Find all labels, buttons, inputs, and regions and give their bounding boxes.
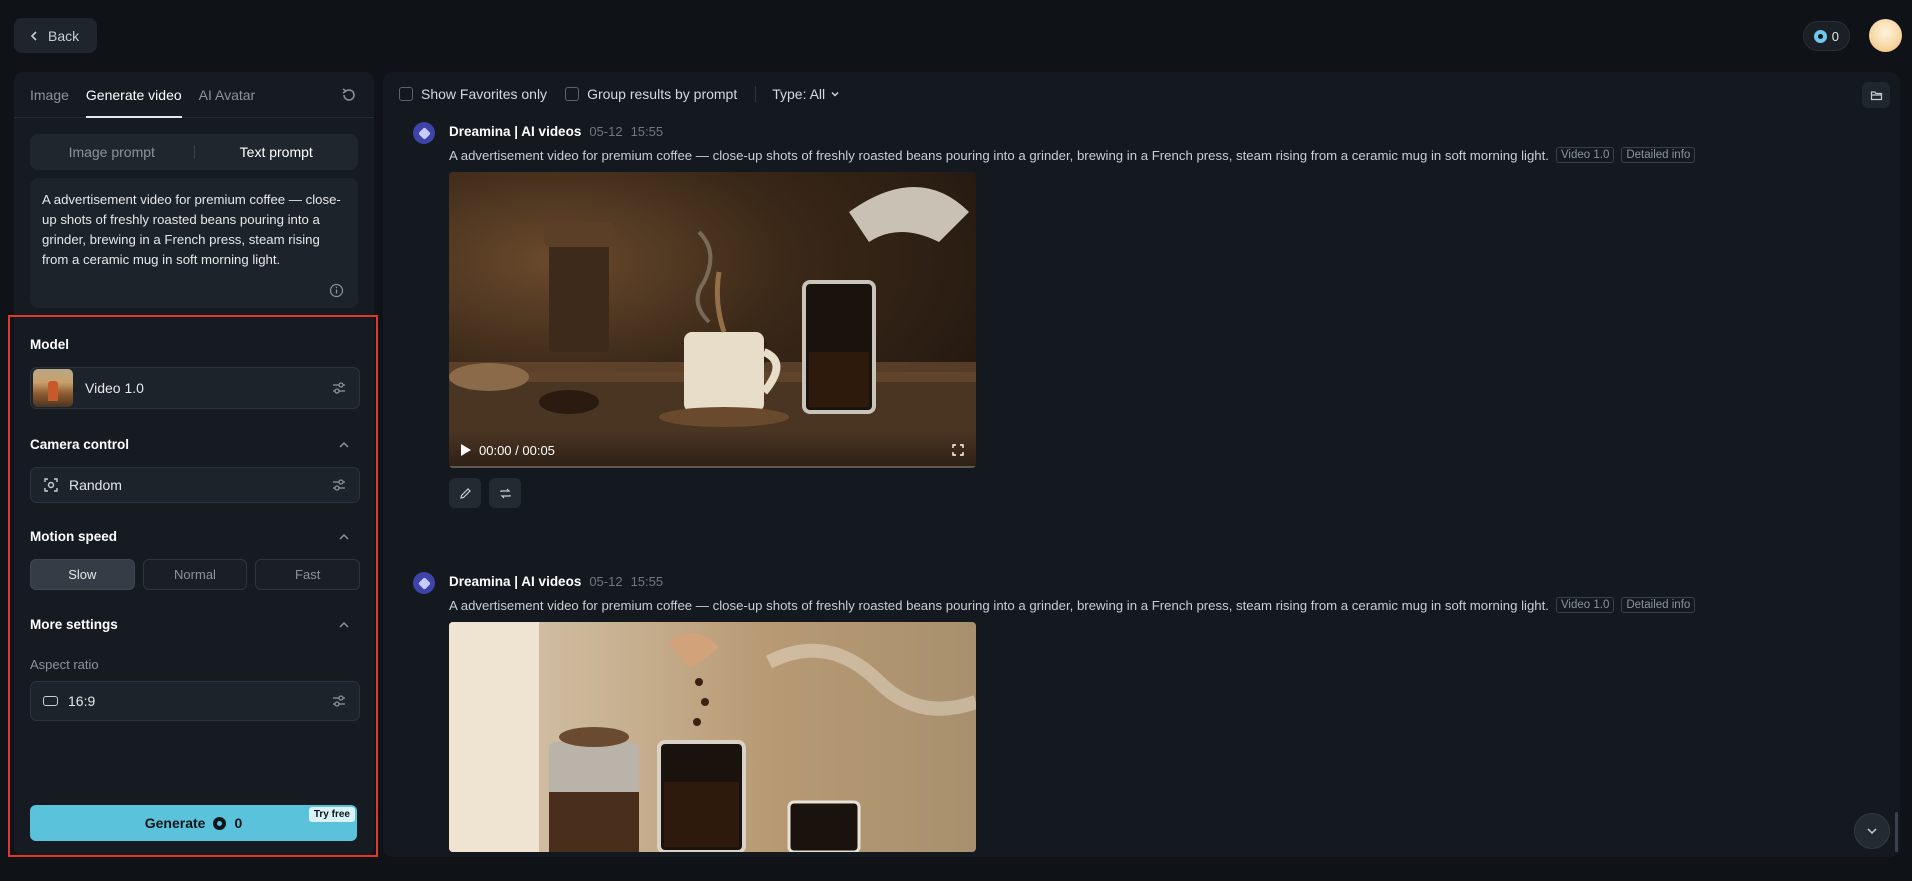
credits-pill[interactable]: 0 (1802, 21, 1850, 51)
video-progress-track[interactable] (449, 466, 976, 468)
camera-control-select[interactable]: Random (30, 467, 360, 503)
results-area: Show Favorites only Group results by pro… (383, 72, 1900, 857)
video-player[interactable] (449, 622, 976, 852)
result-prompt-row: A advertisement video for premium coffee… (449, 147, 1696, 163)
try-free-badge: Try free (308, 807, 355, 822)
chevron-up-icon[interactable] (338, 439, 350, 451)
tab-image[interactable]: Image (30, 72, 69, 118)
coffee-scene-illustration (449, 187, 976, 468)
dreamina-logo-icon (413, 122, 435, 144)
sliders-icon (333, 382, 345, 394)
aspect-ratio-icon (43, 696, 58, 706)
group-checkbox[interactable] (565, 87, 580, 101)
result-time: 15:55 (630, 124, 664, 139)
result-date: 05-12 (589, 574, 623, 589)
result-source: Dreamina | AI videos (449, 124, 582, 139)
settings-panel: Model Video 1.0 Camera control Random Mo… (14, 316, 374, 857)
favorites-checkbox[interactable] (399, 87, 413, 101)
pencil-icon (459, 487, 471, 499)
model-thumbnail (33, 369, 73, 407)
result-date: 05-12 (589, 124, 623, 139)
folder-button[interactable] (1862, 82, 1890, 108)
reset-icon[interactable] (340, 86, 358, 104)
edit-button[interactable] (449, 478, 481, 508)
result-source: Dreamina | AI videos (449, 574, 582, 589)
aspect-ratio-label: Aspect ratio (30, 657, 99, 672)
camera-control-value: Random (69, 477, 122, 493)
credit-coin-icon (1813, 29, 1827, 43)
result-prompt-row: A advertisement video for premium coffee… (449, 597, 1696, 613)
back-label: Back (48, 27, 80, 44)
favorites-filter[interactable]: Show Favorites only (399, 86, 547, 102)
generate-label: Generate (144, 815, 206, 831)
speed-slow-button[interactable]: Slow (30, 559, 135, 590)
model-tag: Video 1.0 (1555, 597, 1615, 613)
repeat-icon (499, 488, 511, 498)
play-icon[interactable] (461, 444, 471, 456)
video-controls: 00:00 / 00:05 (449, 432, 976, 468)
chevron-down-icon (1867, 828, 1877, 835)
prompt-textarea[interactable]: A advertisement video for premium coffee… (30, 178, 358, 308)
result-prompt: A advertisement video for premium coffee… (449, 597, 1549, 613)
result-header: Dreamina | AI videos 05-12 15:55 (449, 124, 663, 139)
model-tag: Video 1.0 (1555, 147, 1615, 163)
group-filter[interactable]: Group results by prompt (565, 86, 737, 102)
sliders-icon (333, 695, 345, 707)
fullscreen-icon[interactable] (952, 444, 964, 456)
tab-ai-avatar[interactable]: AI Avatar (199, 72, 256, 118)
back-button[interactable]: Back (14, 18, 98, 53)
type-dropdown[interactable]: Type: All (755, 86, 840, 102)
credits-count: 0 (1831, 28, 1839, 44)
motion-speed-title: Motion speed (30, 529, 117, 544)
info-icon[interactable] (329, 283, 344, 298)
scrollbar[interactable] (1895, 812, 1898, 852)
result-time: 15:55 (630, 574, 664, 589)
aspect-ratio-select[interactable]: 16:9 (30, 681, 360, 721)
video-time: 00:00 / 00:05 (479, 442, 555, 458)
mode-tabs: Image Generate video AI Avatar (14, 72, 374, 118)
tab-generate-video[interactable]: Generate video (85, 72, 182, 118)
chevron-left-icon (30, 30, 37, 41)
chevron-up-icon[interactable] (338, 619, 350, 631)
regenerate-button[interactable] (489, 478, 521, 508)
generate-button[interactable]: Generate 0 Try free (30, 805, 357, 841)
scroll-down-button[interactable] (1854, 813, 1890, 849)
detailed-info-link[interactable]: Detailed info (1621, 147, 1696, 163)
detailed-info-link[interactable]: Detailed info (1621, 597, 1696, 613)
credit-coin-icon (213, 816, 227, 830)
video-player[interactable]: 00:00 / 00:05 (449, 172, 976, 468)
camera-focus-icon (44, 478, 58, 492)
result-actions (449, 478, 521, 508)
chevron-down-icon (831, 92, 839, 97)
group-label: Group results by prompt (587, 86, 738, 102)
text-prompt-option[interactable]: Text prompt (195, 144, 359, 160)
result-header: Dreamina | AI videos 05-12 15:55 (449, 574, 663, 589)
dreamina-logo-icon (413, 572, 435, 594)
more-settings-title: More settings (30, 617, 118, 632)
model-value: Video 1.0 (85, 380, 144, 396)
type-label: Type: All (772, 86, 826, 102)
model-select[interactable]: Video 1.0 (30, 367, 360, 409)
generate-cost: 0 (234, 815, 243, 831)
prompt-text: A advertisement video for premium coffee… (42, 192, 341, 267)
top-bar: Back 0 (0, 0, 1912, 70)
left-panel: Image Generate video AI Avatar Image pro… (14, 72, 374, 857)
motion-speed-options: Slow Normal Fast (30, 559, 361, 590)
aspect-ratio-value: 16:9 (68, 693, 96, 709)
filter-bar: Show Favorites only Group results by pro… (383, 72, 1900, 116)
chevron-up-icon[interactable] (338, 531, 350, 543)
speed-normal-button[interactable]: Normal (142, 559, 248, 590)
folder-icon (1870, 90, 1882, 100)
coffee-scene-illustration (449, 622, 976, 852)
user-avatar[interactable] (1869, 19, 1902, 52)
image-prompt-option[interactable]: Image prompt (30, 144, 194, 160)
favorites-label: Show Favorites only (421, 86, 548, 102)
sliders-icon (333, 479, 345, 491)
speed-fast-button[interactable]: Fast (255, 559, 361, 590)
camera-control-title: Camera control (30, 437, 130, 452)
model-title: Model (30, 337, 69, 352)
prompt-mode-toggle: Image prompt Text prompt (30, 134, 358, 170)
result-prompt: A advertisement video for premium coffee… (449, 147, 1549, 163)
